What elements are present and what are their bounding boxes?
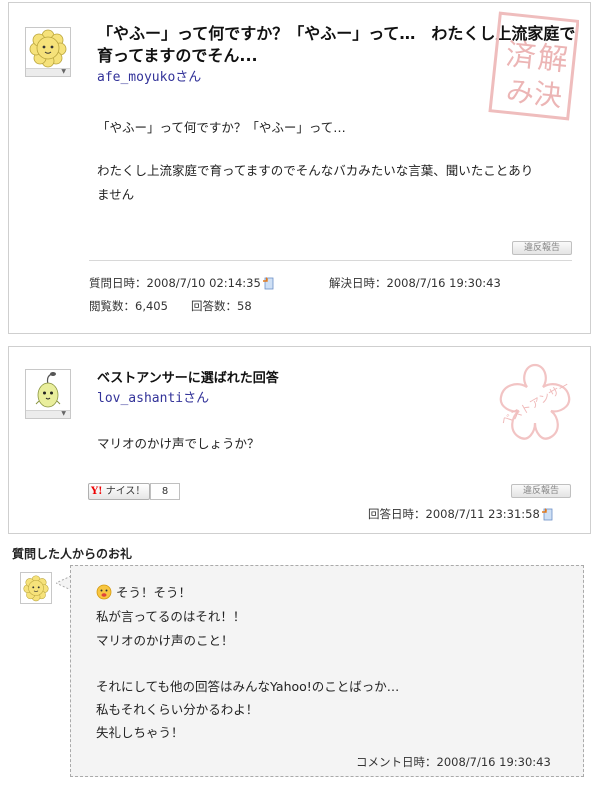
nice-label: ナイス！ [105,486,146,497]
stamp-char-2: 解 [536,40,569,78]
green-sprout-avatar-icon [35,372,61,408]
thanks-line: 失礼しちゃう！ [96,725,184,740]
clip-icon[interactable] [541,507,553,521]
yahoo-logo-icon: Y! [91,486,103,497]
report-button[interactable]: 違反報告 [512,241,572,255]
yellow-flower-avatar-icon [29,29,67,68]
chevron-down-icon: ▼ [61,410,66,417]
nice-count: 8 [150,483,180,500]
stamp-char-3: み決 [505,74,564,113]
answerer-line: lov_ashantiさん [97,391,209,407]
question-body-line: ません [97,187,135,202]
yellow-flower-avatar-icon [23,575,49,602]
thanks-line: そう！そう！ [116,585,192,600]
clip-icon[interactable] [262,276,274,290]
views-value: 6,405 [135,299,168,313]
answerer-avatar[interactable]: ▼ [25,369,71,419]
asked-value: 2008/7/10 02:14:35 [146,276,261,290]
resolved-stamp-icon: 済 解 み決 [488,11,579,121]
thanks-line: マリオのかけ声のこと！ [96,633,234,648]
honorific: さん [175,70,202,85]
view-count: 閲覧数：6,405 [89,298,168,314]
resolved-datetime: 解決日時：2008/7/16 19:30:43 [329,275,501,291]
question-card: ▼ 「やふー」って何ですか？「やふー」って… わたくし上流家庭で育ってますのでそ… [8,2,591,334]
happy-face-emoji-icon [96,584,112,600]
questioner-id[interactable]: afe_moyuko [97,70,175,85]
comment-value: 2008/7/16 19:30:43 [436,755,551,769]
avatar-menu-bar[interactable]: ▼ [26,410,70,418]
thanks-heading: 質問した人からのお礼 [12,547,133,561]
questioner-line: afe_moyukoさん [97,70,201,86]
report-button[interactable]: 違反報告 [511,484,571,498]
asked-datetime: 質問日時：2008/7/10 02:14:35 [89,275,274,291]
resolved-label: 解決日時： [329,276,387,290]
question-body-line: 「やふー」って何ですか？「やふー」って… [97,120,346,135]
answered-value: 2008/7/11 23:31:58 [425,507,540,521]
best-answer-stamp-icon: ベストアンサー [499,363,572,440]
comment-label: コメント日時： [356,755,437,769]
views-label: 閲覧数： [89,299,135,313]
thanks-line: 私もそれくらい分かるわよ！ [96,702,259,717]
nice-button[interactable]: Y! ナイス！ [88,483,151,500]
divider [89,260,572,261]
questioner-avatar-small[interactable] [20,572,52,604]
questioner-avatar[interactable]: ▼ [25,27,71,77]
honorific: さん [183,391,210,406]
answerer-id[interactable]: lov_ashanti [97,391,183,406]
thanks-line: それにしても他の回答はみんなYahoo!のことばっか… [96,679,400,694]
question-body-line: わたくし上流家庭で育ってますのでそんなバカみたいな言葉、聞いたことあり [97,163,534,178]
asked-label: 質問日時： [89,276,147,290]
comment-datetime: コメント日時：2008/7/16 19:30:43 [356,754,551,770]
answers-value: 58 [237,299,252,313]
thanks-line: 私が言ってるのはそれ！！ [96,609,246,624]
chevron-down-icon: ▼ [61,68,66,75]
resolved-value: 2008/7/16 19:30:43 [386,276,501,290]
answered-datetime: 回答日時：2008/7/11 23:31:58 [368,506,553,522]
answer-count: 回答数：58 [191,298,252,314]
answer-body: マリオのかけ声でしょうか？ [97,436,260,451]
bubble-tail [56,575,71,591]
answers-label: 回答数： [191,299,237,313]
best-answer-heading: ベストアンサーに選ばれた回答 [97,371,279,386]
avatar-menu-bar[interactable]: ▼ [26,68,70,76]
answered-label: 回答日時： [368,507,426,521]
stamp-char-1: 済 [504,37,537,75]
